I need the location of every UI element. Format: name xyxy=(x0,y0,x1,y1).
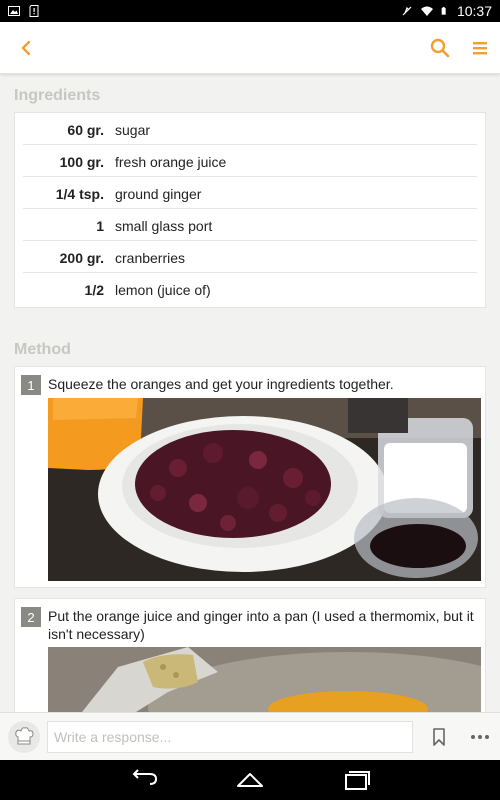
app-bar xyxy=(0,22,500,74)
ingredient-row: 1 small glass port xyxy=(23,209,477,241)
ingredient-name: small glass port xyxy=(115,218,213,234)
nav-back-button[interactable] xyxy=(128,768,160,792)
back-button[interactable] xyxy=(14,36,38,60)
wifi-icon xyxy=(420,6,433,16)
ingredient-qty: 200 gr. xyxy=(59,250,104,266)
ingredient-name: fresh orange juice xyxy=(115,154,227,170)
method-title: Method xyxy=(14,341,71,358)
home-icon xyxy=(237,773,263,787)
pan-photo xyxy=(48,647,481,717)
battery-icon xyxy=(441,7,446,15)
nav-home-button[interactable] xyxy=(234,768,266,792)
ingredient-qty: 100 gr. xyxy=(59,154,104,170)
ingredient-name: lemon (juice of) xyxy=(115,282,211,298)
nav-recents-button[interactable] xyxy=(340,768,372,792)
step-text: Put the orange juice and ginger into a p… xyxy=(48,608,474,642)
ingredient-name: sugar xyxy=(115,122,151,138)
sd-card-icon xyxy=(29,5,39,17)
response-input[interactable] xyxy=(47,721,413,753)
chef-hat-icon xyxy=(15,727,34,745)
search-icon xyxy=(430,38,450,58)
step-photo[interactable] xyxy=(48,647,481,717)
bookmark-button[interactable] xyxy=(430,727,448,747)
ingredient-qty: 1/2 xyxy=(84,282,104,298)
ingredient-row: 100 gr. fresh orange juice xyxy=(23,145,477,177)
step-number-badge: 1 xyxy=(21,375,41,395)
cranberries-photo xyxy=(48,398,481,581)
ingredient-row: 60 gr. sugar xyxy=(23,113,477,145)
back-chevron-icon xyxy=(21,40,31,56)
navigation-bar xyxy=(0,760,500,800)
bookmark-icon xyxy=(433,728,445,746)
avatar[interactable] xyxy=(8,721,40,753)
mute-icon xyxy=(402,6,412,16)
ingredients-card: 60 gr. sugar 100 gr. fresh orange juice … xyxy=(14,112,486,308)
more-button[interactable] xyxy=(468,727,492,747)
status-bar: 10:37 xyxy=(0,0,500,22)
step-number-badge: 2 xyxy=(21,607,41,627)
back-icon xyxy=(132,769,158,785)
ingredient-qty: 60 gr. xyxy=(67,122,104,138)
status-time: 10:37 xyxy=(456,3,492,19)
ingredient-qty: 1 xyxy=(96,218,104,234)
method-step-card: 1 Squeeze the oranges and get your ingre… xyxy=(14,366,486,588)
search-button[interactable] xyxy=(428,36,452,60)
recents-icon xyxy=(345,771,370,790)
response-bar xyxy=(0,712,500,760)
ingredient-row: 1/4 tsp. ground ginger xyxy=(23,177,477,209)
ingredient-qty: 1/4 tsp. xyxy=(55,186,104,202)
step-photo[interactable] xyxy=(48,398,481,581)
image-icon xyxy=(8,6,20,16)
more-dots-icon xyxy=(471,735,489,739)
menu-button[interactable] xyxy=(468,36,492,60)
step-text: Squeeze the oranges and get your ingredi… xyxy=(48,376,394,392)
ingredient-name: ground ginger xyxy=(115,186,202,202)
ingredient-row: 1/2 lemon (juice of) xyxy=(23,273,477,305)
ingredient-row: 200 gr. cranberries xyxy=(23,241,477,273)
ingredient-name: cranberries xyxy=(115,250,186,266)
ingredients-title: Ingredients xyxy=(14,87,101,104)
menu-icon xyxy=(473,42,487,55)
